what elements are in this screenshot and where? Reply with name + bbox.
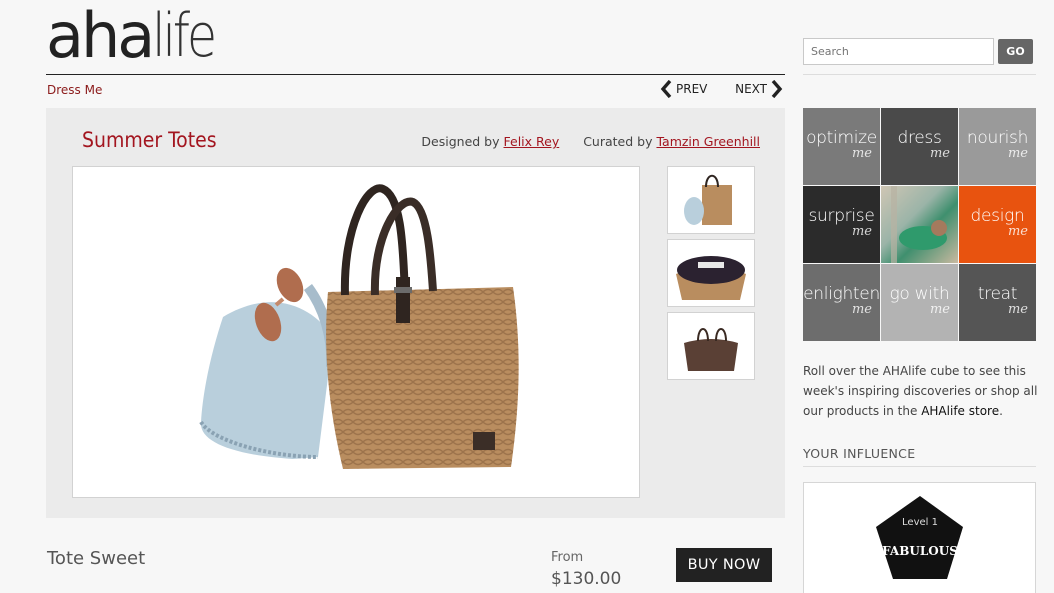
cube-sub: me: [851, 224, 872, 239]
badge-level-text: Level 1: [902, 517, 938, 528]
product-name: Tote Sweet: [47, 548, 146, 569]
price-from-label: From: [551, 550, 584, 565]
cube-enlighten-me[interactable]: enlighten me: [803, 264, 880, 341]
cube-sub: me: [851, 302, 872, 317]
tote-bag-illustration: [199, 184, 519, 469]
buy-now-button[interactable]: BUY NOW: [676, 548, 772, 582]
cube-description: Roll over the AHAlife cube to see this w…: [803, 361, 1039, 421]
header-divider: [46, 74, 785, 75]
logo-part-life: life: [152, 1, 217, 71]
feature-panel: Summer Totes Designed by Felix Rey Curat…: [46, 108, 785, 518]
designed-by-label: Designed by: [421, 134, 500, 149]
ahalife-logo[interactable]: aha life: [46, 0, 228, 72]
product-thumbnail-3[interactable]: [667, 312, 755, 380]
logo-part-aha: aha: [46, 0, 155, 72]
cube-word: optimize: [806, 128, 877, 148]
next-button[interactable]: NEXT: [735, 80, 783, 98]
ahalife-cube: optimize me dress me nourish me surprise…: [803, 108, 1036, 341]
cube-word: enlighten: [803, 284, 880, 304]
cube-word: go with: [889, 284, 950, 304]
breadcrumb[interactable]: Dress Me: [47, 83, 102, 97]
blurb-period: .: [999, 404, 1003, 418]
badge-status-text: FABULOUS: [882, 544, 958, 558]
curator-link[interactable]: Tamzin Greenhill: [656, 134, 760, 149]
designer-link[interactable]: Felix Rey: [504, 134, 560, 149]
credits: Designed by Felix Rey Curated by Tamzin …: [421, 134, 760, 149]
cube-word: treat: [977, 284, 1018, 304]
ahalife-store-link[interactable]: AHAlife store: [921, 404, 999, 418]
cube-sub: me: [929, 302, 950, 317]
influence-heading: YOUR INFLUENCE: [803, 446, 916, 461]
cube-word: dress: [897, 128, 942, 148]
level-badge: Level 1 FABULOUS: [876, 496, 963, 579]
prev-label: PREV: [676, 82, 708, 96]
cube-optimize-me[interactable]: optimize me: [803, 108, 880, 185]
sidebar-divider: [803, 74, 1036, 75]
thumbnail-image: [684, 174, 732, 225]
cube-word: nourish: [966, 128, 1029, 148]
cube-word: design: [970, 206, 1025, 226]
cube-photo-tile[interactable]: [881, 186, 958, 263]
cube-sub: me: [1007, 224, 1028, 239]
cube-surprise-me[interactable]: surprise me: [803, 186, 880, 263]
curated-by-label: Curated by: [583, 134, 653, 149]
cube-nourish-me[interactable]: nourish me: [959, 108, 1036, 185]
cube-design-me[interactable]: design me: [959, 186, 1036, 263]
influence-divider: [803, 466, 1036, 467]
cube-go-with-me[interactable]: go with me: [881, 264, 958, 341]
feature-title: Summer Totes: [82, 128, 217, 152]
cube-word: surprise: [808, 206, 875, 226]
chevron-left-icon: [660, 80, 672, 98]
cube-sub: me: [1007, 146, 1028, 161]
prev-button[interactable]: PREV: [660, 80, 707, 98]
product-price: $130.00: [551, 569, 622, 589]
chevron-right-icon: [771, 80, 783, 98]
photo-image: [891, 186, 947, 263]
cube-treat-me[interactable]: treat me: [959, 264, 1036, 341]
thumbnail-image: [676, 256, 746, 300]
search-input[interactable]: [803, 38, 994, 65]
cube-sub: me: [1007, 302, 1028, 317]
cube-dress-me[interactable]: dress me: [881, 108, 958, 185]
product-main-image[interactable]: [72, 166, 640, 498]
product-thumbnail-2[interactable]: [667, 239, 755, 307]
next-label: NEXT: [735, 82, 767, 96]
thumbnail-image: [684, 328, 738, 371]
pager: PREV NEXT: [660, 80, 785, 102]
influence-panel: Level 1 FABULOUS: [803, 482, 1036, 593]
product-thumbnail-1[interactable]: [667, 166, 755, 234]
search-go-button[interactable]: GO: [998, 39, 1033, 64]
cube-sub: me: [929, 146, 950, 161]
cube-sub: me: [851, 146, 872, 161]
